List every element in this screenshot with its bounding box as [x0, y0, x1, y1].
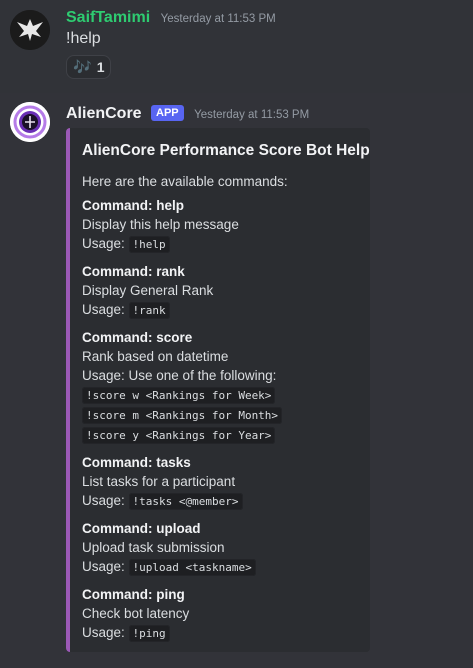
- usage-code[interactable]: !score m <Rankings for Month>: [82, 407, 283, 424]
- field-description: Display General Rank: [82, 283, 214, 298]
- usage-code[interactable]: !tasks <@member>: [128, 493, 243, 510]
- message-header: AlienCore APP Yesterday at 11:53 PM: [66, 105, 309, 123]
- field-ping: Command: ping Check bot latency Usage: !…: [82, 585, 360, 643]
- field-name: Command: upload: [82, 521, 201, 536]
- reaction-button[interactable]: 🎶 1: [66, 55, 112, 79]
- app-badge: APP: [151, 105, 184, 121]
- timestamp[interactable]: Yesterday at 11:53 PM: [161, 13, 276, 25]
- usage-code[interactable]: !score w <Rankings for Week>: [82, 387, 276, 404]
- message-saiftamimi: SaifTamimi Yesterday at 11:53 PM !help 🎶…: [0, 0, 473, 93]
- music-notes-icon: 🎶: [73, 59, 92, 76]
- usage-label: Usage:: [82, 302, 125, 317]
- field-usage: Usage: !upload <taskname>: [82, 557, 360, 577]
- field-name: Command: tasks: [82, 455, 191, 470]
- field-usage: Usage: Use one of the following:: [82, 368, 277, 383]
- usage-code-line: !score m <Rankings for Month>: [82, 405, 360, 425]
- embed-title: AlienCore Performance Score Bot Help: [82, 142, 370, 159]
- reaction-count: 1: [96, 59, 105, 75]
- field-usage: Usage: !ping: [82, 623, 360, 643]
- field-score: Command: score Rank based on datetime Us…: [82, 328, 360, 445]
- field-description: Rank based on datetime: [82, 349, 229, 364]
- field-description: Display this help message: [82, 217, 239, 232]
- field-tasks: Command: tasks List tasks for a particip…: [82, 453, 360, 511]
- usage-label: Usage:: [82, 559, 125, 574]
- embed-body: AlienCore Performance Score Bot Help Her…: [82, 142, 370, 651]
- usage-code-line: !score w <Rankings for Week>: [82, 385, 360, 405]
- alien-portal-icon: [10, 102, 50, 142]
- avatar-saiftamimi[interactable]: [10, 10, 50, 50]
- embed-accent-bar: [66, 128, 70, 652]
- field-usage: Usage: !tasks <@member>: [82, 491, 360, 511]
- field-usage: Usage: !rank: [82, 300, 360, 320]
- field-name: Command: rank: [82, 264, 185, 279]
- field-description: Check bot latency: [82, 606, 190, 621]
- timestamp[interactable]: Yesterday at 11:53 PM: [194, 109, 309, 121]
- field-name: Command: ping: [82, 587, 185, 602]
- help-embed: AlienCore Performance Score Bot Help Her…: [66, 128, 370, 652]
- field-upload: Command: upload Upload task submission U…: [82, 519, 360, 577]
- field-rank: Command: rank Display General Rank Usage…: [82, 262, 360, 320]
- usage-label: Usage:: [82, 493, 125, 508]
- usage-code[interactable]: !score y <Rankings for Year>: [82, 427, 276, 444]
- usage-code[interactable]: !help: [128, 236, 170, 253]
- usage-label: Usage:: [82, 625, 125, 640]
- avatar-aliencore[interactable]: [10, 102, 50, 142]
- field-usage: Usage: !help: [82, 234, 360, 254]
- field-help: Command: help Display this help message …: [82, 196, 360, 254]
- embed-intro: Here are the available commands:: [82, 174, 288, 189]
- field-name: Command: score: [82, 330, 193, 345]
- field-description: List tasks for a participant: [82, 474, 236, 489]
- usage-code[interactable]: !upload <taskname>: [128, 559, 256, 576]
- author-name[interactable]: AlienCore: [66, 105, 142, 122]
- usage-code[interactable]: !rank: [128, 302, 170, 319]
- message-header: SaifTamimi Yesterday at 11:53 PM: [66, 9, 276, 27]
- usage-code[interactable]: !ping: [128, 625, 170, 642]
- usage-code-line: !score y <Rankings for Year>: [82, 425, 360, 445]
- field-name: Command: help: [82, 198, 185, 213]
- message-content: !help: [66, 30, 101, 47]
- author-name[interactable]: SaifTamimi: [66, 9, 150, 26]
- field-description: Upload task submission: [82, 540, 225, 555]
- bird-logo-icon: [10, 10, 50, 50]
- usage-label: Usage:: [82, 236, 125, 251]
